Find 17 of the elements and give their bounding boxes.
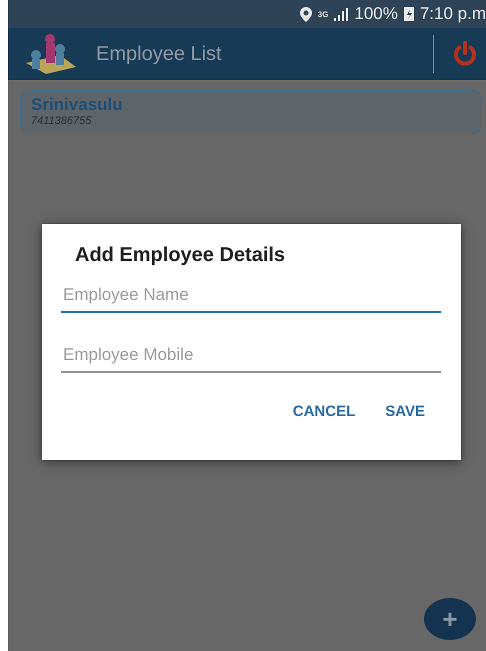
location-icon (300, 6, 312, 22)
cancel-button[interactable]: CANCEL (284, 397, 364, 426)
app-title: Employee List (96, 42, 223, 66)
employee-name: Srinivasulu (31, 95, 124, 115)
dialog-title: Add Employee Details (74, 244, 286, 267)
save-button[interactable]: SAVE (377, 397, 433, 426)
people-logo-icon (24, 33, 78, 75)
network-type: 3G (318, 10, 328, 18)
signal-icon (334, 8, 348, 20)
clock: 7:10 p.m (420, 4, 486, 24)
power-icon[interactable] (452, 41, 478, 67)
input-field[interactable]: Employee Mobile (61, 341, 441, 373)
battery-percent: 100% (354, 4, 398, 24)
battery-icon (404, 7, 414, 21)
input-field[interactable]: Employee Name (61, 281, 441, 313)
add-button[interactable]: + (424, 598, 476, 640)
employee-mobile: 7411386755 (31, 115, 92, 127)
